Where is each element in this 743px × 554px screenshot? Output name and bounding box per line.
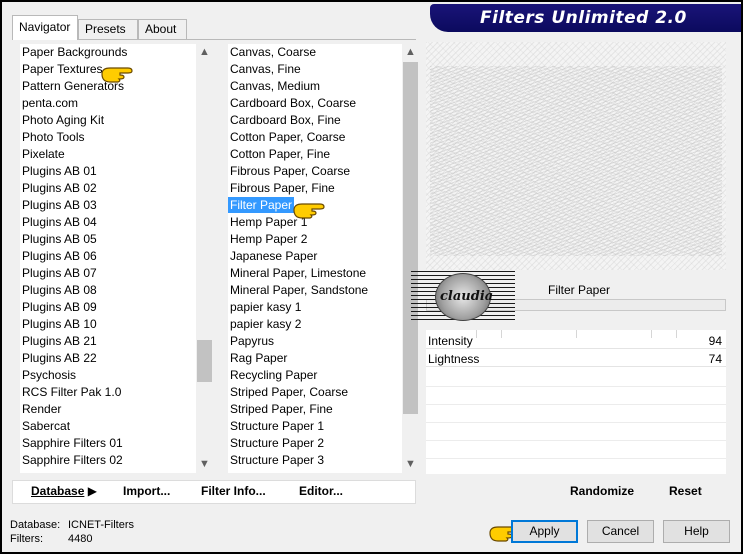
filter-item[interactable]: Fibrous Paper, Fine [228,180,402,197]
filter-item[interactable]: Canvas, Fine [228,61,402,78]
parameter-panel: Intensity 94 Lightness 74 [426,330,726,474]
filter-item[interactable]: Cotton Paper, Fine [228,146,402,163]
watermark-logo: claudia [411,271,515,323]
filter-item[interactable]: Canvas, Coarse [228,44,402,61]
filter-item[interactable]: Canvas, Medium [228,78,402,95]
database-button[interactable]: Database ▶ [31,484,97,498]
category-list[interactable]: Paper Backgrounds Paper Textures Pattern G… [20,44,196,473]
filter-list[interactable]: Canvas, Coarse Canvas, Fine Canvas, Medium… [228,44,402,473]
param-label: Intensity [428,334,473,348]
filter-scrollbar[interactable]: ▲ ▼ [402,44,419,473]
current-filter-name: Filter Paper [548,283,611,297]
category-item[interactable]: Plugins AB 01 [20,163,196,180]
watermark-seal: claudia [435,273,494,321]
watermark-text: claudia [440,289,494,304]
scroll-down-icon[interactable]: ▼ [402,456,419,473]
category-item[interactable]: Sapphire Filters 02 [20,452,196,469]
filter-item[interactable]: Cardboard Box, Fine [228,112,402,129]
filter-item[interactable]: Recycling Paper [228,367,402,384]
import-button[interactable]: Import... [123,484,170,498]
param-value[interactable]: 94 [709,334,722,348]
filter-item[interactable]: Fibrous Paper, Coarse [228,163,402,180]
filter-item[interactable]: papier kasy 1 [228,299,402,316]
reset-button[interactable]: Reset [669,484,702,498]
filter-info-button[interactable]: Filter Info... [201,484,266,498]
scroll-thumb[interactable] [197,340,212,382]
category-item[interactable]: Plugins AB 10 [20,316,196,333]
filter-item[interactable]: Structure Paper 3 [228,452,402,469]
category-item[interactable]: Plugins AB 05 [20,231,196,248]
filter-item[interactable]: Mineral Paper, Limestone [228,265,402,282]
apply-button[interactable]: Apply [511,520,578,543]
category-item[interactable]: Plugins AB 03 [20,197,196,214]
filters-label: Filters: [10,533,43,545]
category-item[interactable]: Plugins AB 02 [20,180,196,197]
category-item[interactable]: Plugins AB 09 [20,299,196,316]
filter-item[interactable]: Papyrus [228,333,402,350]
scroll-thumb[interactable] [403,62,418,414]
category-item[interactable]: Render [20,401,196,418]
category-item[interactable]: Plugins AB 22 [20,350,196,367]
category-item[interactable]: Pixelate [20,146,196,163]
filter-preview [426,42,726,270]
category-item[interactable]: Sapphire Filters 01 [20,435,196,452]
category-item[interactable]: Plugins AB 07 [20,265,196,282]
scroll-down-icon[interactable]: ▼ [196,456,213,473]
filter-item[interactable]: Mineral Paper, Sandstone [228,282,402,299]
database-label: Database: [10,519,61,531]
filter-item[interactable]: Cardboard Box, Coarse [228,95,402,112]
category-item[interactable]: RCS Filter Pak 1.0 [20,384,196,401]
param-value[interactable]: 74 [709,352,722,366]
filter-item[interactable]: Japanese Paper [228,248,402,265]
pointer-hand-icon [101,67,133,83]
scroll-up-icon[interactable]: ▲ [402,44,419,61]
param-lightness[interactable]: Lightness 74 [426,350,726,367]
category-scrollbar[interactable]: ▲ ▼ [196,44,213,473]
filter-item[interactable]: Striped Paper, Fine [228,401,402,418]
category-item[interactable]: Plugins AB 21 [20,333,196,350]
tab-presets[interactable]: Presets [78,19,138,39]
filter-item[interactable]: papier kasy 2 [228,316,402,333]
filter-item[interactable]: Structure Paper 1 [228,418,402,435]
randomize-button[interactable]: Randomize [570,484,634,498]
param-intensity[interactable]: Intensity 94 [426,332,726,349]
filters-count: 4480 [68,533,93,545]
category-item[interactable]: Plugins AB 04 [20,214,196,231]
preview-texture [430,66,722,256]
category-item[interactable]: Photo Aging Kit [20,112,196,129]
filter-item[interactable]: Hemp Paper 2 [228,231,402,248]
category-item[interactable]: Plugins AB 08 [20,282,196,299]
tab-about[interactable]: About [138,19,187,39]
scroll-up-icon[interactable]: ▲ [196,44,213,61]
category-item[interactable]: Plugins AB 06 [20,248,196,265]
category-item[interactable]: Photo Tools [20,129,196,146]
filter-item[interactable]: Structure Paper 2 [228,435,402,452]
filter-item[interactable]: Striped Paper, Coarse [228,384,402,401]
database-value: ICNET-Filters [68,519,134,531]
filter-item[interactable]: Cotton Paper, Coarse [228,129,402,146]
preset-toolbar: Randomize Reset [426,480,726,504]
title-banner: Filters Unlimited 2.0 [430,4,741,32]
filter-item[interactable]: Rag Paper [228,350,402,367]
help-button[interactable]: Help [663,520,730,543]
database-info: Database: ICNET-Filters Filters: 4480 [10,518,134,546]
editor-button[interactable]: Editor... [299,484,343,498]
tab-navigator[interactable]: Navigator [12,15,78,40]
category-item[interactable]: Sabercat [20,418,196,435]
cancel-button[interactable]: Cancel [587,520,654,543]
category-item[interactable]: penta.com [20,95,196,112]
pointer-hand-icon [293,203,325,219]
category-item[interactable]: Psychosis [20,367,196,384]
navigator-toolbar: Database ▶ Import... Filter Info... Edit… [12,480,416,504]
category-item[interactable]: Paper Backgrounds [20,44,196,61]
app-title: Filters Unlimited 2.0 [480,8,687,28]
param-label: Lightness [428,352,480,366]
